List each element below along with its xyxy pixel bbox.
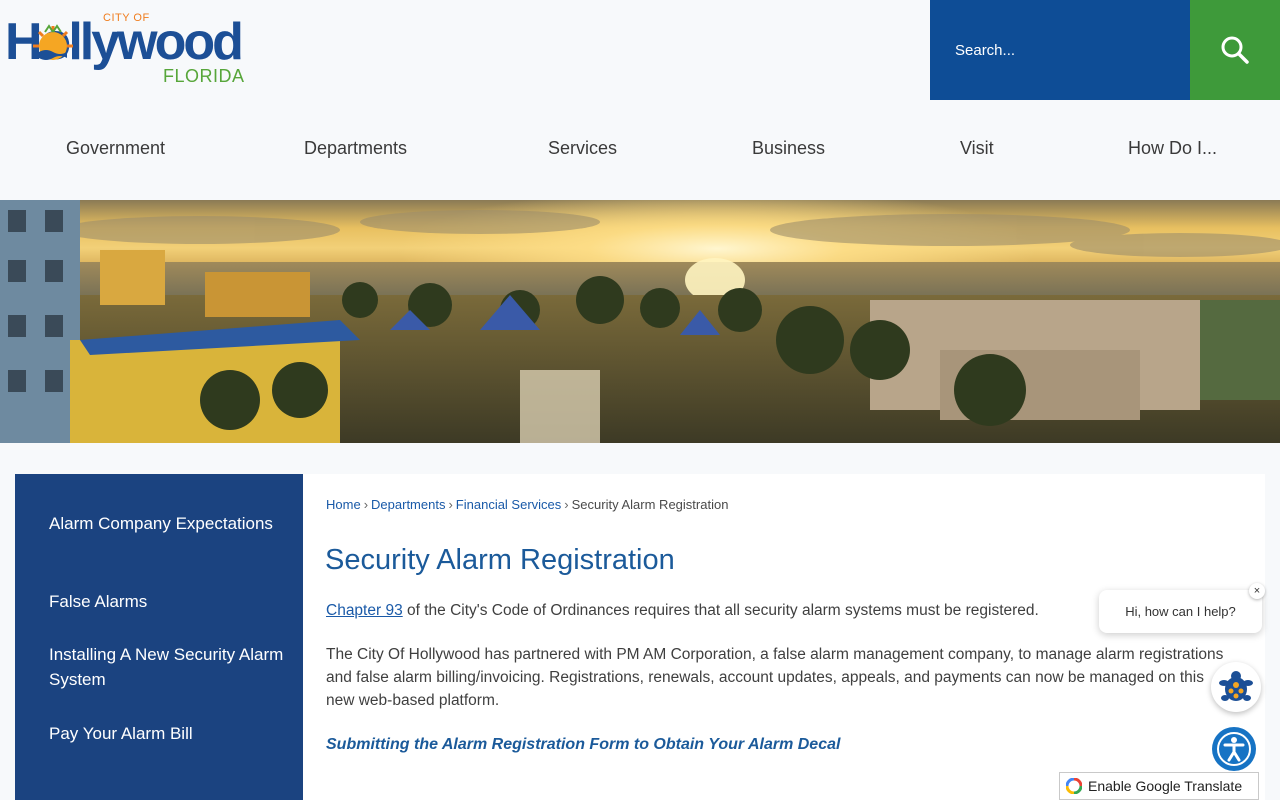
accessibility-icon [1217,732,1251,766]
breadcrumb-home[interactable]: Home [326,497,361,512]
page-title: Security Alarm Registration [325,544,675,576]
chat-close-button[interactable]: × [1249,583,1265,599]
nav-visit[interactable]: Visit [960,138,994,159]
sidebar-item-false-alarms[interactable]: False Alarms [49,589,289,614]
chat-greeting-bubble[interactable]: Hi, how can I help? [1099,590,1262,633]
google-logo-icon [1066,778,1082,794]
google-translate-button[interactable]: Enable Google Translate [1059,772,1259,800]
main-content: Home › Departments › Financial Services › Secu… [303,474,1265,800]
search-box [930,0,1190,100]
logo-city-of: CITY OF [103,12,150,24]
site-header: Hollywood CITY OF FLORIDA [0,0,1280,100]
breadcrumb-departments[interactable]: Departments [371,497,445,512]
search-input[interactable] [930,0,1190,100]
sidebar-item-pay-alarm-bill[interactable]: Pay Your Alarm Bill [49,721,289,746]
nav-government[interactable]: Government [66,138,165,159]
breadcrumb-separator: › [448,497,453,512]
partnership-paragraph: The City Of Hollywood has partnered with… [326,646,1224,709]
sidebar-nav: Alarm Company Expectations False Alarms … [15,474,303,800]
search-button[interactable] [1190,0,1280,100]
main-nav: Government Departments Services Business… [0,100,1280,200]
hero-banner-image [0,200,1280,443]
breadcrumb-separator: › [363,497,369,512]
turtle-icon [1219,671,1253,701]
chapter-93-link[interactable]: Chapter 93 [326,602,403,619]
search-icon [1221,36,1249,64]
sidebar-item-installing-new-system[interactable]: Installing A New Security Alarm System [49,642,289,692]
logo-sun-icon [33,24,73,60]
sidebar-item-alarm-company-expectations[interactable]: Alarm Company Expectations [49,511,289,536]
breadcrumb: Home › Departments › Financial Services › Secu… [326,497,728,512]
logo-florida: FLORIDA [163,66,245,86]
nav-business[interactable]: Business [752,138,825,159]
nav-services[interactable]: Services [548,138,617,159]
breadcrumb-financial-services[interactable]: Financial Services [456,497,562,512]
nav-how-do-i[interactable]: How Do I... [1128,138,1217,159]
registration-form-heading: Submitting the Alarm Registration Form t… [326,736,841,753]
breadcrumb-current: Security Alarm Registration [571,497,729,512]
translate-label: Enable Google Translate [1088,778,1243,794]
intro-text: of the City's Code of Ordinances require… [402,602,1039,619]
breadcrumb-separator: › [564,497,569,512]
chat-avatar-button[interactable] [1211,662,1261,712]
accessibility-button[interactable] [1212,727,1256,771]
city-logo[interactable]: Hollywood CITY OF FLORIDA [5,10,250,88]
nav-departments[interactable]: Departments [304,138,407,159]
